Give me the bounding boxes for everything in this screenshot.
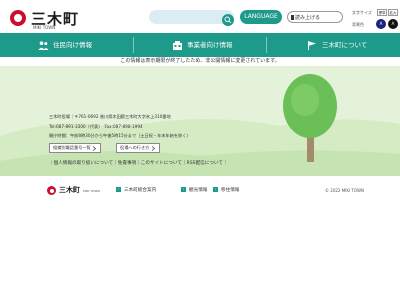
chevron-right-icon: › <box>181 187 186 192</box>
office-address: 〒761-0692 香川県木田郡三木町大字氷上310番地 <box>74 114 171 119</box>
contact-line: Tel:087-891-3300（代表） Fax:087-898-1994 <box>49 124 143 130</box>
nav-label: 住民向け情報 <box>53 41 92 49</box>
sub-link-migration[interactable]: › 移住情報 <box>213 187 239 193</box>
nav-item-business[interactable]: 事業者向け情報 <box>172 33 233 57</box>
people-icon <box>38 40 49 50</box>
nav-divider <box>133 37 134 53</box>
access-button[interactable]: 役場への行き方 <box>116 143 160 153</box>
sub-logo-sub: MIKI TOWN <box>83 189 100 193</box>
read-aloud-button[interactable]: 読み上げる <box>287 11 343 23</box>
site-logo-sub: MIKI TOWN <box>33 25 56 30</box>
office-hours: 開庁時間：午前8時30分から午後5時15分まで（土日祝・年末年始を除く） <box>49 133 191 138</box>
expired-notice: この情報は表示期限が終了したため、非公開情報に変更されています。 <box>0 57 400 66</box>
font-size-large-button[interactable]: 拡大 <box>388 9 398 16</box>
chevron-right-icon: › <box>213 187 218 192</box>
office-fax: Fax:087-898-1994 <box>104 124 143 129</box>
search-icon[interactable] <box>222 11 234 26</box>
office-name: 三木町役場 <box>49 114 70 119</box>
nav-item-residents[interactable]: 住民向け情報 <box>38 33 92 57</box>
color-scheme-blue-button[interactable]: A <box>376 19 386 29</box>
sub-link-label: 観光情報 <box>189 188 208 193</box>
chevron-right-icon <box>151 145 155 151</box>
flag-icon <box>308 40 316 50</box>
read-aloud-label: 読み上げる <box>295 15 321 21</box>
phone-list-button[interactable]: 組織別電話番号一覧 <box>49 143 102 153</box>
color-scheme-black-button[interactable]: A <box>388 19 398 29</box>
sub-logo-emblem[interactable] <box>47 186 56 195</box>
nav-divider <box>266 37 267 53</box>
sub-link-tourism[interactable]: › 観光情報 <box>181 187 207 193</box>
chevron-right-icon <box>92 145 97 151</box>
font-size-label: 文字サイズ <box>352 10 372 15</box>
sub-logo-name[interactable]: 三木町 <box>59 185 80 195</box>
sub-link-label: 移住情報 <box>221 188 240 193</box>
town-logo-emblem[interactable] <box>10 10 26 26</box>
phone-list-label: 組織別電話番号一覧 <box>53 145 91 150</box>
office-info-line: 三木町役場｜〒761-0692 香川県木田郡三木町大字氷上310番地 <box>49 114 171 119</box>
tree-icon <box>283 74 337 162</box>
background-color-label: 背景色 <box>352 22 364 27</box>
nav-label: 事業者向け情報 <box>187 41 233 49</box>
footer-policy-links[interactable]: ｜個人情報の取り扱いについて｜免責事項｜このサイトについて｜RSS配信について｜ <box>49 160 228 166</box>
nav-label: 三木町について <box>322 41 368 49</box>
building-icon <box>173 40 182 50</box>
nav-item-about[interactable]: 三木町について <box>307 33 367 57</box>
chevron-right-icon: › <box>116 187 121 192</box>
access-label: 役場への行き方 <box>120 145 150 150</box>
sub-link-label: 三木町総合案内 <box>124 188 157 193</box>
office-tel: Tel:087-891-3300（代表） <box>49 124 101 129</box>
font-size-normal-button[interactable]: 標準 <box>377 9 387 16</box>
sub-link-guide[interactable]: › 三木町総合案内 <box>116 187 156 193</box>
copyright: © 2022 MIKI TOWN <box>325 188 364 193</box>
language-button[interactable]: LANGUAGE <box>240 10 282 24</box>
speaker-icon <box>291 15 294 20</box>
